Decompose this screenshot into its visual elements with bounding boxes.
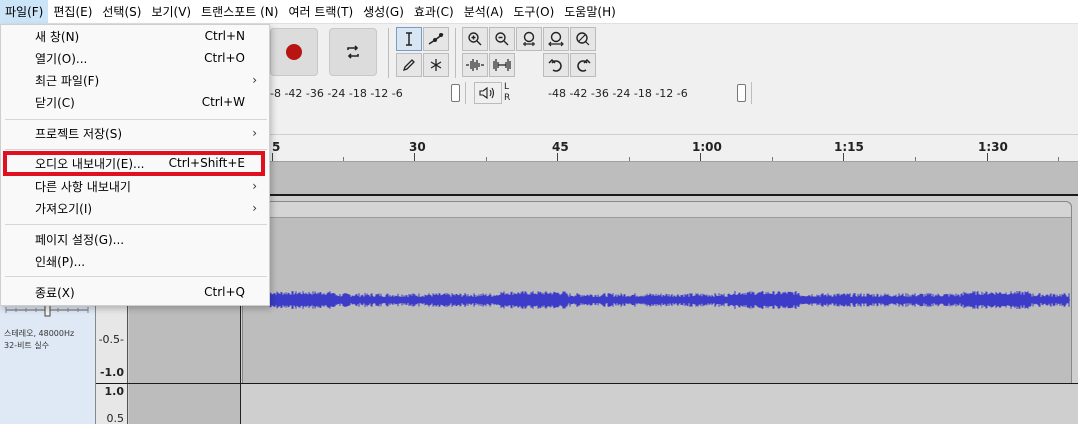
scale-label: 0.5	[106, 412, 125, 424]
trim-icon	[466, 59, 484, 71]
zoom-toggle-button[interactable]	[570, 27, 596, 51]
zoom-in-button[interactable]	[462, 27, 488, 51]
silence-icon	[493, 59, 511, 71]
menu-item-open[interactable]: 열기(O)... Ctrl+O	[1, 47, 269, 69]
waveform	[269, 291, 1070, 309]
export-audio-highlight	[3, 151, 265, 176]
toolbar-separator	[465, 82, 466, 104]
toolbar-separator	[455, 28, 456, 78]
silence-button[interactable]	[489, 53, 515, 77]
timeline-label: 45	[552, 140, 569, 154]
menu-item-import[interactable]: 가져오기(I) ›	[1, 197, 269, 219]
menu-file[interactable]: 파일(F)	[0, 0, 49, 24]
select-tool-button[interactable]	[396, 27, 422, 51]
record-button[interactable]	[270, 28, 318, 76]
menu-effect[interactable]: 효과(C)	[409, 0, 459, 24]
fit-selection-button[interactable]	[516, 27, 542, 51]
zoom-out-icon	[495, 32, 509, 46]
menu-select[interactable]: 선택(S)	[97, 0, 146, 24]
menu-analyze[interactable]: 분석(A)	[459, 0, 509, 24]
menu-help[interactable]: 도움말(H)	[559, 0, 621, 24]
playback-volume-button[interactable]	[474, 82, 502, 104]
track-format-label: 스테레오, 48000Hz	[4, 329, 75, 338]
scale-label: -0.5-	[98, 333, 124, 346]
zoom-out-button[interactable]	[489, 27, 515, 51]
trim-button[interactable]	[462, 53, 488, 77]
play-meter-grip[interactable]	[737, 84, 746, 102]
menu-item-export-other[interactable]: 다른 사항 내보내기 ›	[1, 175, 269, 197]
envelope-icon	[428, 33, 444, 45]
chevron-right-icon: ›	[252, 179, 257, 193]
timeline-label: 1:15	[834, 140, 864, 154]
menu-separator	[5, 224, 267, 225]
file-menu-dropdown: 새 창(N) Ctrl+N 열기(O)... Ctrl+O 최근 파일(F) ›…	[0, 24, 270, 306]
toolbar-separator	[751, 82, 752, 104]
menu-tracks[interactable]: 여러 트랙(T)	[283, 0, 358, 24]
zoom-in-icon	[468, 32, 482, 46]
record-meter-grip[interactable]	[451, 84, 460, 102]
scale-label: 1.0	[104, 385, 125, 398]
scale-label: -1.0	[99, 366, 124, 379]
chevron-right-icon: ›	[252, 73, 257, 87]
channel-divider	[96, 383, 1078, 384]
envelope-tool-button[interactable]	[423, 27, 449, 51]
timeline-label: 1:30	[978, 140, 1008, 154]
menu-tools[interactable]: 도구(O)	[508, 0, 559, 24]
pencil-icon	[402, 59, 415, 72]
zoom-fit-icon	[548, 31, 564, 47]
zoom-toggle-icon	[576, 32, 590, 46]
speaker-icon	[479, 86, 495, 100]
loop-button[interactable]	[329, 28, 377, 76]
menu-transport[interactable]: 트랜스포트 (N)	[196, 0, 283, 24]
menu-separator	[5, 276, 267, 277]
menu-item-page-setup[interactable]: 페이지 설정(G)...	[1, 228, 269, 250]
right-channel-label: R	[504, 93, 511, 103]
menu-item-new-window[interactable]: 새 창(N) Ctrl+N	[1, 25, 269, 47]
i-beam-icon	[406, 32, 412, 46]
undo-button[interactable]	[543, 53, 569, 77]
menu-item-close[interactable]: 닫기(C) Ctrl+W	[1, 91, 269, 113]
record-icon	[286, 44, 302, 60]
menu-view[interactable]: 보기(V)	[146, 0, 196, 24]
timeline-label: 30	[409, 140, 426, 154]
timeline-label: 5	[272, 140, 281, 154]
menubar: 파일(F) 편집(E) 선택(S) 보기(V) 트랜스포트 (N) 여러 트랙(…	[0, 0, 1078, 24]
chevron-right-icon: ›	[252, 126, 257, 140]
undo-icon	[548, 58, 562, 72]
asterisk-icon	[430, 59, 442, 71]
menu-separator	[5, 119, 267, 120]
menu-item-print[interactable]: 인쇄(P)...	[1, 250, 269, 272]
menu-item-save-project[interactable]: 프로젝트 저장(S) ›	[1, 122, 269, 144]
play-meter-scale: -48 -42 -36 -24 -18 -12 -6	[548, 86, 688, 100]
menu-generate[interactable]: 생성(G)	[358, 0, 409, 24]
track-bitdepth-label: 32-비트 실수	[4, 341, 50, 350]
zoom-sel-icon	[523, 31, 535, 46]
loop-icon	[347, 45, 359, 59]
menu-item-exit[interactable]: 종료(X) Ctrl+Q	[1, 281, 269, 303]
multi-tool-button[interactable]	[423, 53, 449, 77]
toolbar-separator	[388, 28, 389, 78]
chevron-right-icon: ›	[252, 201, 257, 215]
menu-edit[interactable]: 편집(E)	[48, 0, 97, 24]
menu-item-recent-files[interactable]: 최근 파일(F) ›	[1, 69, 269, 91]
record-meter-scale: -8 -42 -36 -24 -18 -12 -6	[270, 86, 403, 100]
redo-button[interactable]	[570, 53, 596, 77]
fit-project-button[interactable]	[543, 27, 569, 51]
menu-separator	[5, 149, 267, 150]
redo-icon	[577, 58, 591, 72]
left-channel-label: L	[504, 82, 510, 92]
draw-tool-button[interactable]	[396, 53, 422, 77]
timeline-label: 1:00	[692, 140, 722, 154]
